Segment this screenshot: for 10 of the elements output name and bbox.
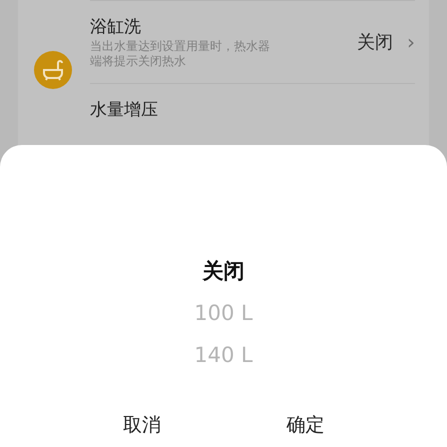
picker-option[interactable]: 关闭	[202, 255, 244, 287]
dialog-button[interactable]: 确定	[286, 413, 324, 437]
dialog-button[interactable]: 取消	[122, 413, 161, 437]
chevron-icon: ›	[407, 27, 415, 57]
bathtub-icon	[34, 51, 72, 89]
setting-title: 水量增压	[90, 99, 158, 122]
setting-description: 当出水量达到设置用量时，热水器端将提示关闭热水	[90, 39, 271, 69]
setting-row[interactable]: 浴缸洗 当出水量达到设置用量时，热水器端将提示关闭热水 关闭 ›	[90, 0, 415, 83]
setting-value: 关闭	[357, 30, 393, 54]
setting-title: 浴缸洗	[90, 16, 142, 39]
